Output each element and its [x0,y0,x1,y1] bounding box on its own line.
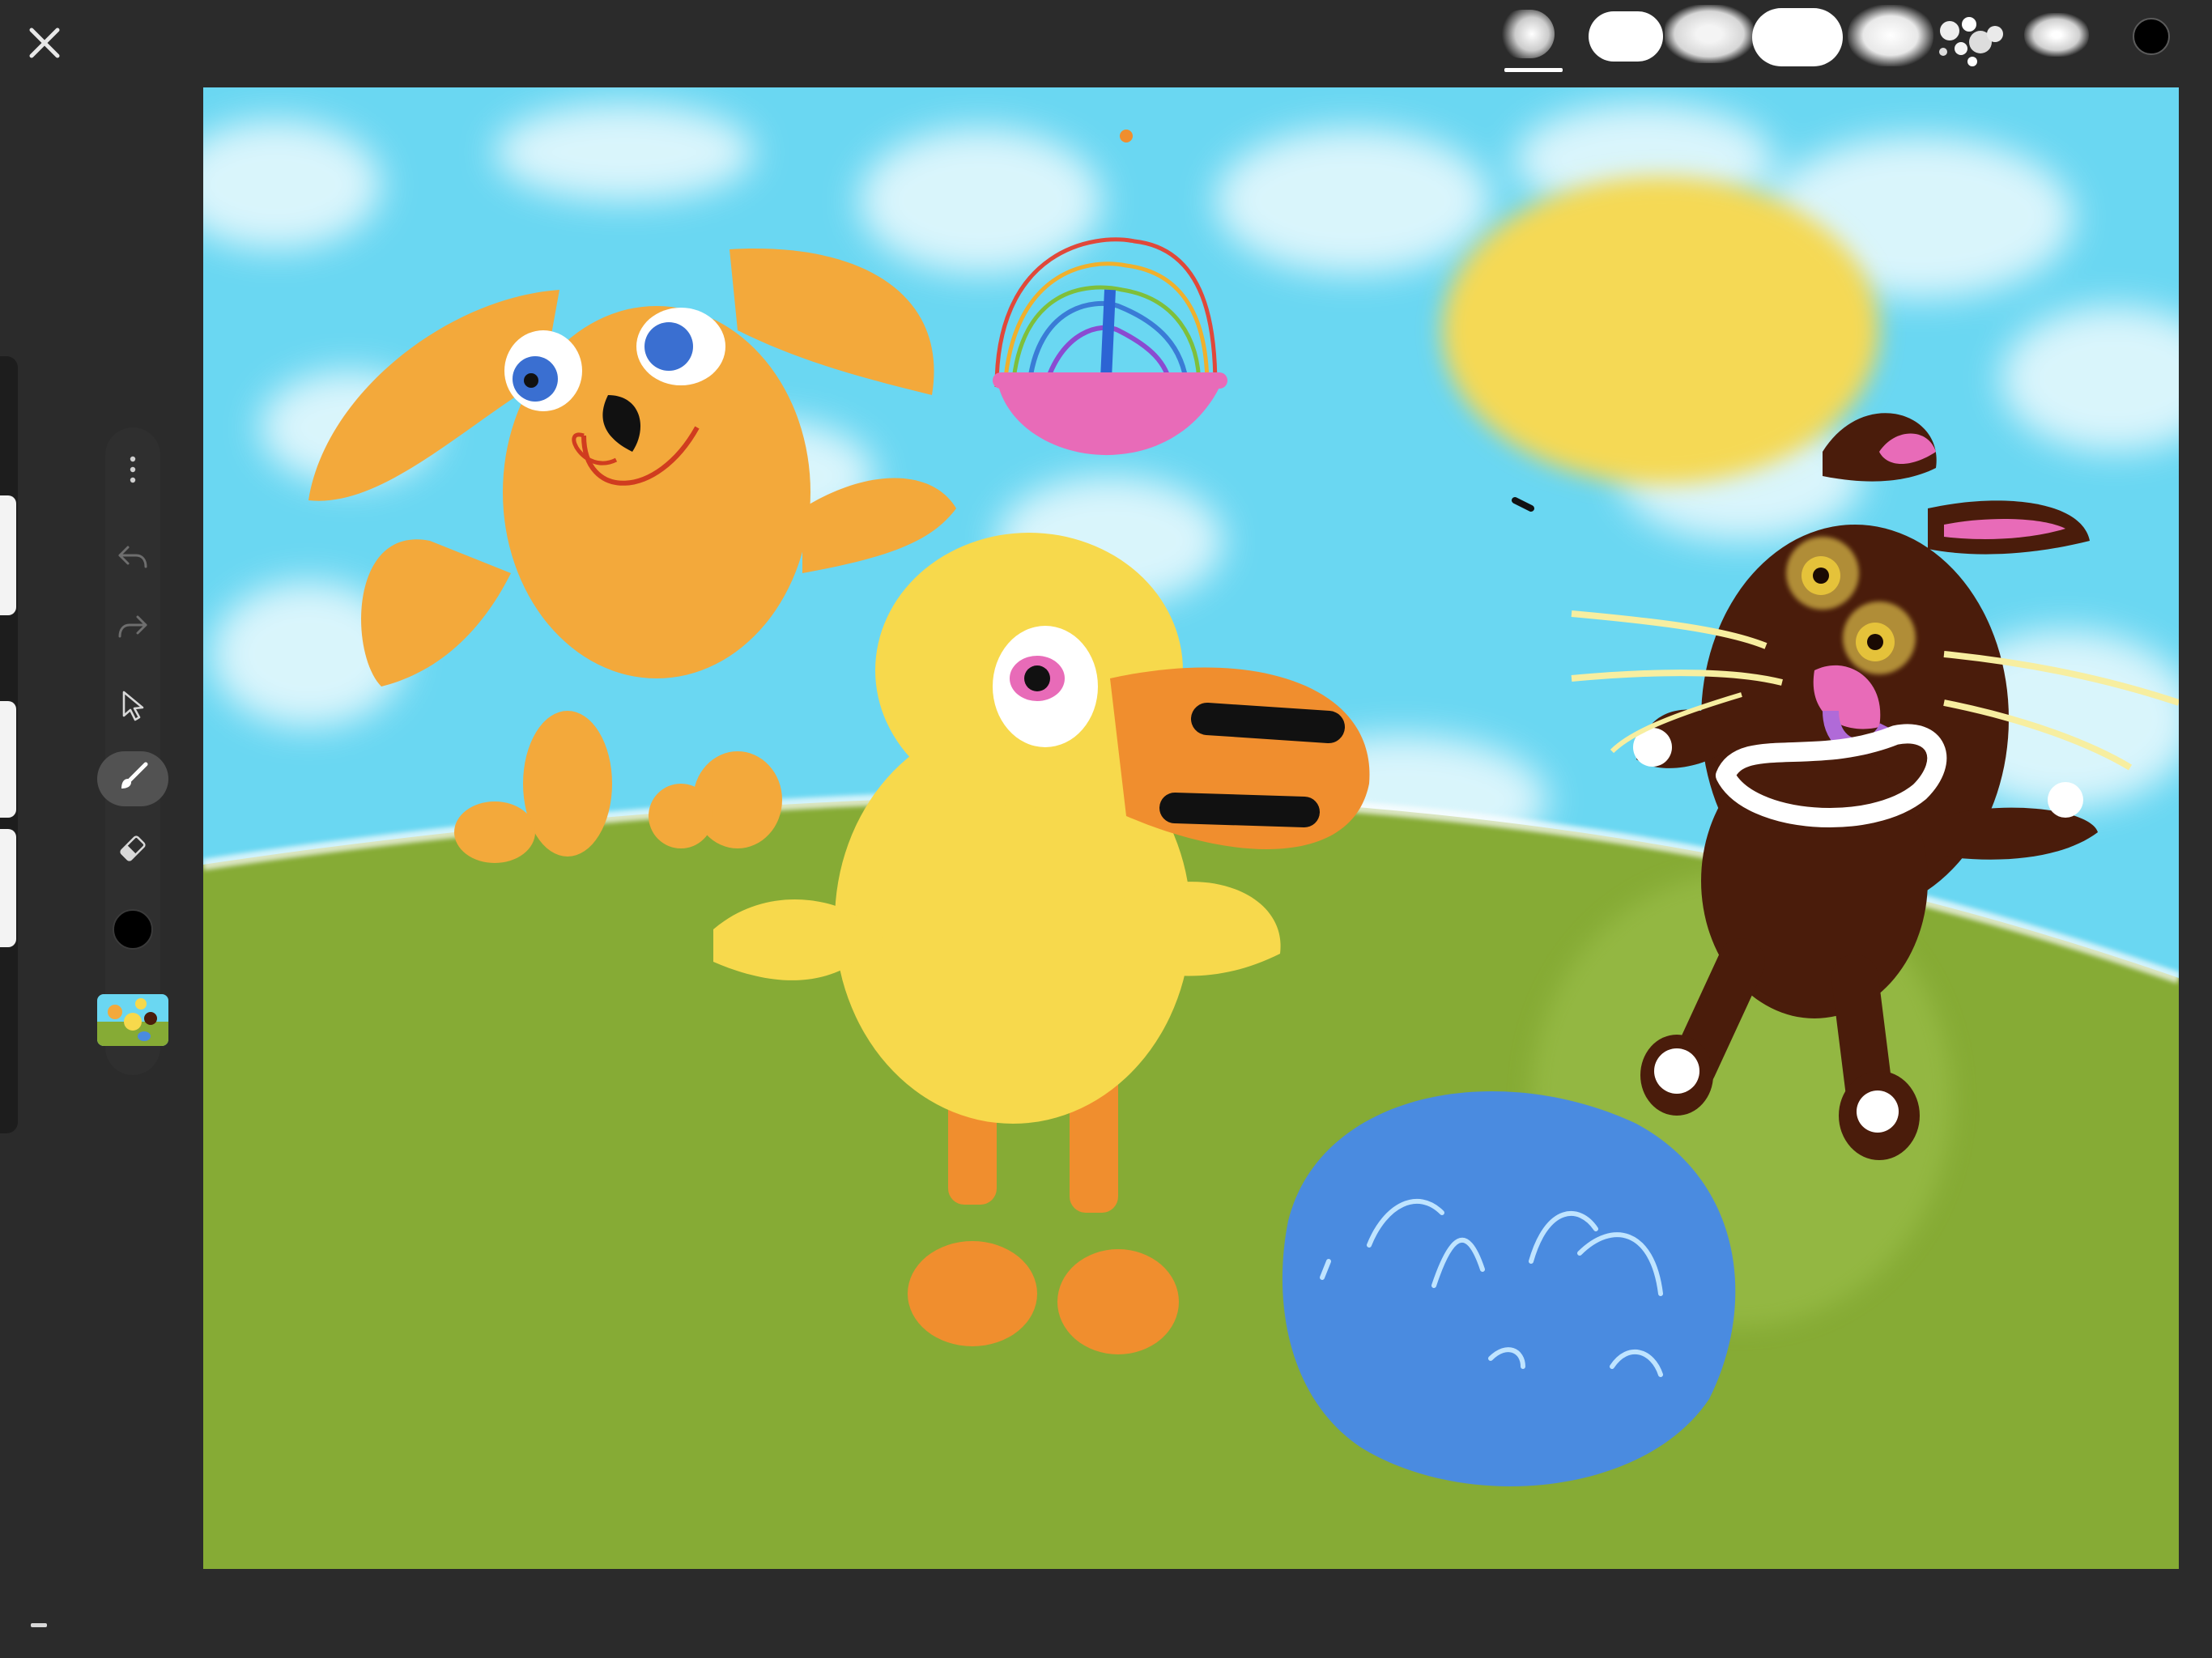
minus-icon[interactable] [31,1623,47,1627]
redo-icon [117,614,149,644]
chalk-brush[interactable] [1665,5,1754,63]
splatter-brush[interactable] [1933,6,2014,71]
redo-button[interactable] [105,601,160,656]
round-brush[interactable] [1752,8,1843,66]
close-icon [27,25,62,65]
sun [1442,176,1879,484]
brush-selected-indicator [1504,68,1563,72]
brush-tool[interactable] [97,751,168,806]
eraser-icon [117,832,149,869]
soft-brush[interactable] [1498,10,1555,58]
color-swatch [113,909,153,950]
current-color-button[interactable] [2133,18,2170,55]
pencil-brush[interactable] [2024,13,2089,57]
select-icon [119,690,147,726]
more-icon [130,455,136,488]
layers-thumbnail[interactable] [97,994,168,1046]
color-button[interactable] [105,902,160,957]
undo-button[interactable] [105,531,160,586]
opacity-slider[interactable] [0,701,16,818]
more-button[interactable] [105,444,160,499]
oval-brush[interactable] [1589,11,1663,62]
airbrush[interactable] [1848,5,1933,66]
select-tool[interactable] [105,680,160,735]
brush-icon [117,761,149,797]
flow-slider[interactable] [0,829,16,947]
undo-icon [117,544,149,574]
blue-egg [1282,1091,1736,1486]
tool-palette [97,427,168,1075]
size-slider[interactable] [0,495,16,615]
close-button[interactable] [16,16,73,73]
eraser-tool[interactable] [105,823,160,878]
drawing-canvas[interactable] [203,87,2179,1569]
